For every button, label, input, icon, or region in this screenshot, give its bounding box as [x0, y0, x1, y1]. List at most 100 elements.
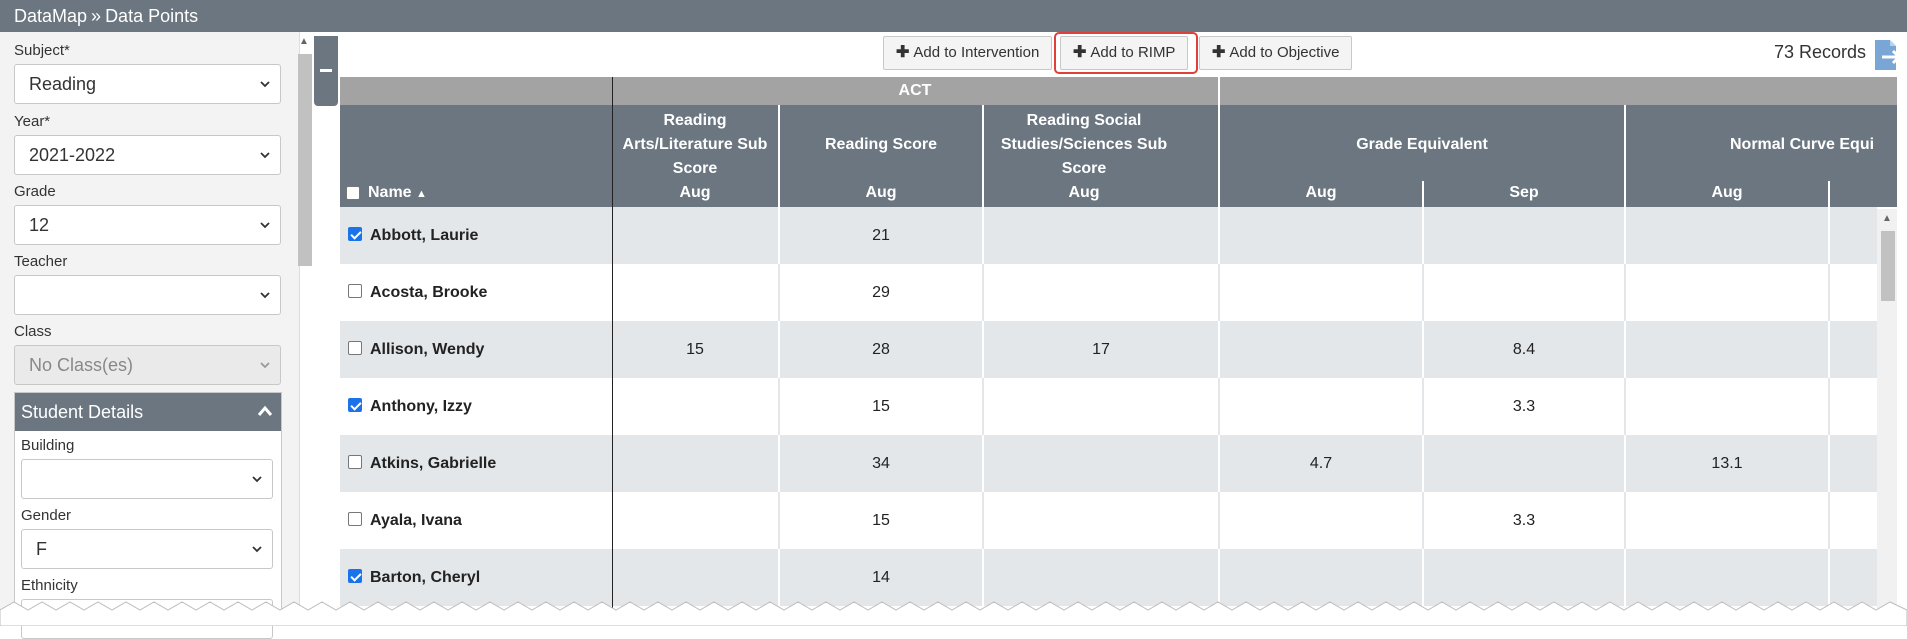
name-column-header[interactable]: Name ▲ [346, 181, 427, 205]
building-select[interactable] [21, 459, 273, 499]
col-month: Aug [1068, 184, 1100, 201]
row-checkbox[interactable] [348, 512, 362, 527]
divider [1218, 77, 1220, 105]
group-header-act: ACT [898, 82, 932, 99]
filter-sidebar: Subject* Reading Year* 2021-2022 Grade 1… [0, 32, 300, 639]
subject-select[interactable]: Reading [14, 64, 281, 104]
title-bar: DataMap» Data Points [0, 0, 1907, 32]
cell-score: 34 [872, 455, 890, 472]
teacher-select[interactable] [14, 275, 281, 315]
column-header-row: Name ▲ Reading Arts/Literature Sub Score… [340, 105, 1897, 207]
col-month: Sep [1509, 184, 1539, 201]
col-normal-curve-aug[interactable]: Aug [1626, 105, 1828, 207]
cell-ge-sep: 3.3 [1512, 398, 1536, 415]
student-name: Acosta, Brooke [370, 284, 488, 301]
grade-select[interactable]: 12 [14, 205, 281, 245]
cell-lit [612, 435, 778, 492]
name-header-label: Name [368, 184, 412, 201]
plus-icon: ✚ [896, 44, 910, 61]
app-name[interactable]: DataMap [14, 6, 87, 26]
grade-label: Grade [14, 183, 56, 200]
scrollbar-thumb[interactable] [1881, 231, 1895, 301]
cell-score: 15 [872, 398, 890, 415]
export-icon[interactable] [1872, 38, 1902, 72]
scrollbar-thumb[interactable] [298, 54, 312, 266]
cell-nce [1626, 378, 1828, 435]
cell-ge-sep: 3.3 [1512, 512, 1536, 529]
student-name-cell[interactable]: Acosta, Brooke [348, 264, 487, 321]
sidebar-scrollbar[interactable]: ▲ [296, 36, 312, 626]
year-select[interactable]: 2021-2022 [14, 135, 281, 175]
add-to-objective-label: Add to Objective [1229, 44, 1340, 61]
student-name: Allison, Wendy [370, 341, 485, 358]
add-to-intervention-button[interactable]: ✚ Add to Intervention [883, 36, 1053, 70]
gender-select[interactable]: F [21, 529, 273, 569]
col-reading-score[interactable]: Reading Score Aug [780, 105, 982, 207]
add-to-objective-button[interactable]: ✚ Add to Objective [1199, 36, 1353, 70]
student-name-cell[interactable]: Anthony, Izzy [348, 378, 472, 435]
cell-ge-sep [1424, 435, 1624, 492]
col-month: Aug [1711, 184, 1743, 201]
col-grade-equivalent-aug[interactable]: Aug [1220, 105, 1422, 207]
table-row[interactable]: Allison, Wendy 15 28 17 8.4 [340, 321, 1877, 378]
frozen-column-divider [612, 77, 613, 626]
scroll-up-icon[interactable]: ▲ [299, 36, 309, 47]
student-details-header[interactable]: Student Details [15, 393, 281, 431]
cell-score: 29 [872, 284, 890, 301]
ethnicity-label: Ethnicity [21, 577, 78, 594]
data-points-grid: ACT Name ▲ Reading Arts/Literature Sub S… [340, 77, 1897, 626]
col-grade-equivalent-sep[interactable]: Sep [1424, 105, 1624, 207]
chevron-down-icon [260, 292, 270, 299]
student-name: Anthony, Izzy [370, 398, 472, 415]
cell-score: 21 [872, 227, 890, 244]
divider [1828, 181, 1830, 207]
subject-value: Reading [29, 74, 97, 94]
gender-value: F [36, 539, 47, 559]
cell-nce [1626, 264, 1828, 321]
collapse-sidebar-button[interactable] [314, 36, 338, 106]
cell-soc [984, 207, 1218, 264]
row-checkbox[interactable] [348, 455, 362, 470]
student-name-cell[interactable]: Ayala, Ivana [348, 492, 462, 549]
select-all-checkbox[interactable] [346, 185, 360, 200]
col-reading-arts[interactable]: Reading Arts/Literature Sub Score Aug [612, 105, 778, 207]
cell-ge-aug [1220, 207, 1422, 264]
chevron-down-icon [260, 81, 270, 88]
table-row[interactable]: Ayala, Ivana 15 3.3 [340, 492, 1877, 549]
student-name: Barton, Cheryl [370, 569, 481, 586]
page-title: Data Points [105, 6, 199, 26]
table-row[interactable]: Acosta, Brooke 29 [340, 264, 1877, 321]
col-month: Aug [1305, 184, 1337, 201]
teacher-label: Teacher [14, 253, 68, 270]
row-checkbox[interactable] [348, 284, 362, 299]
torn-edge [0, 601, 1907, 626]
col-title: Reading Score [824, 136, 938, 153]
col-month: Aug [679, 184, 711, 201]
scroll-up-icon[interactable]: ▲ [1882, 213, 1892, 224]
grid-scrollbar[interactable]: ▲ [1877, 209, 1897, 626]
table-row[interactable]: Anthony, Izzy 15 3.3 [340, 378, 1877, 435]
add-to-intervention-label: Add to Intervention [913, 44, 1040, 61]
table-row[interactable]: Atkins, Gabrielle 34 4.7 13.1 [340, 435, 1877, 492]
col-reading-social[interactable]: Reading Social Studies/Sciences Sub Scor… [984, 105, 1184, 207]
minus-icon [320, 69, 332, 72]
row-checkbox[interactable] [348, 341, 362, 356]
row-checkbox[interactable] [348, 227, 362, 242]
cell-ge-sep: 8.4 [1512, 341, 1536, 358]
cell-soc [984, 264, 1218, 321]
chevron-down-icon [260, 222, 270, 229]
table-row[interactable]: Abbott, Laurie 21 [340, 207, 1877, 264]
cell-soc [984, 435, 1218, 492]
plus-icon: ✚ [1212, 44, 1226, 61]
chevron-down-icon [260, 362, 270, 369]
student-name-cell[interactable]: Allison, Wendy [348, 321, 484, 378]
chevron-down-icon [252, 546, 262, 553]
cell-lit [612, 378, 778, 435]
student-name-cell[interactable]: Atkins, Gabrielle [348, 435, 496, 492]
student-name-cell[interactable]: Abbott, Laurie [348, 207, 478, 264]
grade-value: 12 [29, 215, 50, 235]
chevron-up-icon[interactable] [257, 405, 273, 417]
row-checkbox[interactable] [348, 398, 362, 413]
sort-asc-icon[interactable]: ▲ [416, 188, 427, 200]
row-checkbox[interactable] [348, 569, 362, 584]
